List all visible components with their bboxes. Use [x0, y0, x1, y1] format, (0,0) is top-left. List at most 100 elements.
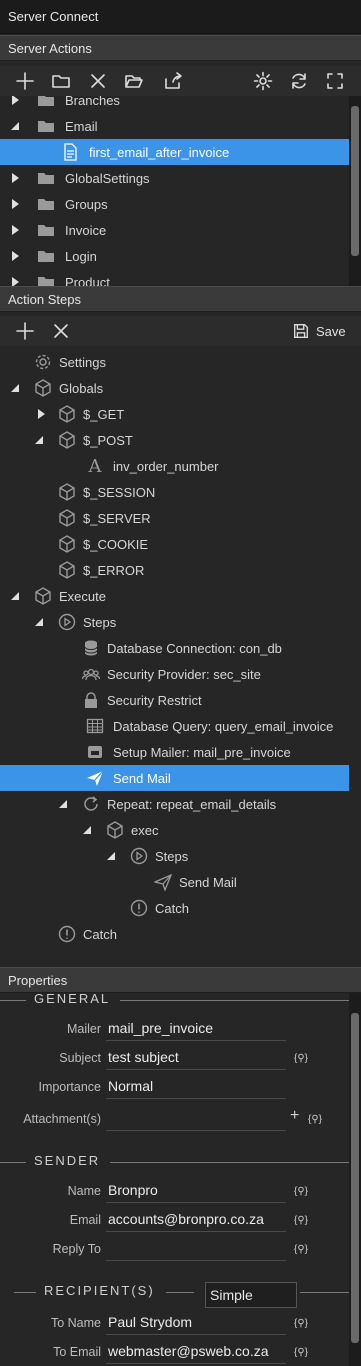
dynamic-data-icon[interactable]: {⚲}	[306, 1110, 324, 1128]
tree-item-invoice[interactable]: Invoice	[0, 217, 349, 243]
caret-down-icon[interactable]	[34, 617, 44, 627]
scrollbar-thumb[interactable]	[351, 1013, 359, 1343]
caret-down-icon[interactable]	[106, 851, 116, 861]
step-label: Execute	[59, 588, 106, 604]
cube-icon	[58, 483, 76, 501]
server-actions-header[interactable]: Server Actions	[0, 35, 361, 61]
mailer-select[interactable]: mail_pre_invoice	[106, 1017, 286, 1041]
tree-item-globalsettings[interactable]: GlobalSettings	[0, 165, 349, 191]
step-database-query[interactable]: Database Query: query_email_invoice	[0, 713, 349, 739]
sender-name-input[interactable]: Bronpro	[106, 1179, 286, 1203]
recipients-mode-select[interactable]: Simple	[205, 1282, 297, 1308]
dynamic-data-icon[interactable]: {⚲}	[292, 1343, 310, 1361]
tree-item-label: Groups	[65, 196, 108, 212]
step-label: $_GET	[83, 406, 125, 422]
action-steps-header[interactable]: Action Steps	[0, 286, 361, 312]
prop-attachments: Attachment(s) + {⚲}	[0, 1105, 349, 1133]
fullscreen-icon[interactable]	[322, 69, 348, 93]
folder-icon[interactable]	[48, 69, 74, 93]
step-settings[interactable]: Settings	[0, 349, 349, 375]
step-error[interactable]: $_ERROR	[0, 557, 349, 583]
tree-item-first-email-after-invoice[interactable]: first_email_after_invoice	[0, 139, 349, 165]
step-post[interactable]: $_POST	[0, 427, 349, 453]
step-steps[interactable]: Steps	[0, 609, 349, 635]
step-catch[interactable]: Catch	[0, 921, 349, 947]
folder-open-icon	[37, 117, 55, 135]
dynamic-data-icon[interactable]: {⚲}	[292, 1182, 310, 1200]
caret-right-icon[interactable]	[10, 277, 20, 286]
caret-right-icon[interactable]	[10, 173, 20, 183]
caret-down-icon[interactable]	[10, 121, 20, 131]
folder-open-icon[interactable]	[121, 69, 147, 93]
to-name-input[interactable]: Paul Strydom	[106, 1311, 286, 1335]
tree-item-login[interactable]: Login	[0, 243, 349, 269]
step-execute[interactable]: Execute	[0, 583, 349, 609]
step-security-restrict[interactable]: Security Restrict	[0, 687, 349, 713]
step-setup-mailer[interactable]: Setup Mailer: mail_pre_invoice	[0, 739, 349, 765]
importance-select[interactable]: Normal	[106, 1075, 286, 1099]
server-actions-scrollbar[interactable]	[349, 96, 361, 286]
sender-email-input[interactable]: accounts@bronpro.co.za	[106, 1208, 286, 1232]
share-icon[interactable]	[160, 69, 186, 93]
close-icon[interactable]	[48, 319, 74, 343]
tree-item-email[interactable]: Email	[0, 113, 349, 139]
caret-right-icon[interactable]	[10, 199, 20, 209]
server-actions-toolbar	[0, 66, 361, 96]
to-email-input[interactable]: webmaster@psweb.co.za	[106, 1340, 286, 1364]
step-server[interactable]: $_SERVER	[0, 505, 349, 531]
close-icon[interactable]	[85, 69, 111, 93]
cube-icon	[58, 535, 76, 553]
dynamic-data-icon[interactable]: {⚲}	[292, 1211, 310, 1229]
caret-right-icon[interactable]	[10, 96, 20, 105]
cube-icon	[58, 561, 76, 579]
refresh-icon[interactable]	[286, 69, 312, 93]
caret-down-icon[interactable]	[34, 435, 44, 445]
caret-down-icon[interactable]	[58, 799, 68, 809]
step-security-provider[interactable]: Security Provider: sec_site	[0, 661, 349, 687]
gear-icon[interactable]	[250, 69, 276, 93]
caret-down-icon[interactable]	[10, 383, 20, 393]
add-icon[interactable]	[12, 69, 38, 93]
users-icon	[82, 665, 100, 683]
attachments-field[interactable]	[106, 1107, 286, 1131]
subject-input[interactable]: test subject	[106, 1046, 286, 1070]
step-inv-order-number[interactable]: A inv_order_number	[0, 453, 349, 479]
window-title: Server Connect	[0, 0, 361, 34]
step-steps-nested[interactable]: Steps	[0, 843, 349, 869]
step-database-connection[interactable]: Database Connection: con_db	[0, 635, 349, 661]
folder-icon	[37, 247, 55, 265]
tree-item-label: GlobalSettings	[65, 170, 150, 186]
dynamic-data-icon[interactable]: {⚲}	[292, 1314, 310, 1332]
caret-down-icon[interactable]	[82, 825, 92, 835]
prop-name: Name Bronpro {⚲}	[0, 1177, 349, 1205]
step-cookie[interactable]: $_COOKIE	[0, 531, 349, 557]
send-icon	[86, 769, 104, 787]
add-icon[interactable]	[12, 319, 38, 343]
step-label: Security Restrict	[107, 692, 202, 708]
tree-item-product[interactable]: Product	[0, 269, 349, 286]
save-button[interactable]: Save	[292, 321, 346, 341]
step-globals[interactable]: Globals	[0, 375, 349, 401]
step-exec[interactable]: exec	[0, 817, 349, 843]
step-get[interactable]: $_GET	[0, 401, 349, 427]
reply-to-input[interactable]	[106, 1237, 286, 1261]
add-icon[interactable]: +	[290, 1107, 299, 1125]
step-send-mail[interactable]: Send Mail	[0, 765, 349, 791]
tree-item-groups[interactable]: Groups	[0, 191, 349, 217]
tree-item-branches[interactable]: Branches	[0, 96, 349, 113]
caret-right-icon[interactable]	[10, 225, 20, 235]
step-catch-nested[interactable]: Catch	[0, 895, 349, 921]
step-send-mail-nested[interactable]: Send Mail	[0, 869, 349, 895]
tree-item-label: Invoice	[65, 222, 107, 238]
properties-header[interactable]: Properties	[0, 967, 361, 993]
properties-scrollbar[interactable]	[349, 993, 361, 1366]
dynamic-data-icon[interactable]: {⚲}	[292, 1240, 310, 1258]
scrollbar-thumb[interactable]	[351, 106, 359, 256]
step-repeat[interactable]: Repeat: repeat_email_details	[0, 791, 349, 817]
folder-icon	[37, 273, 55, 286]
caret-right-icon[interactable]	[10, 251, 20, 261]
caret-right-icon[interactable]	[36, 409, 46, 419]
caret-down-icon[interactable]	[10, 591, 20, 601]
dynamic-data-icon[interactable]: {⚲}	[292, 1049, 310, 1067]
step-session[interactable]: $_SESSION	[0, 479, 349, 505]
